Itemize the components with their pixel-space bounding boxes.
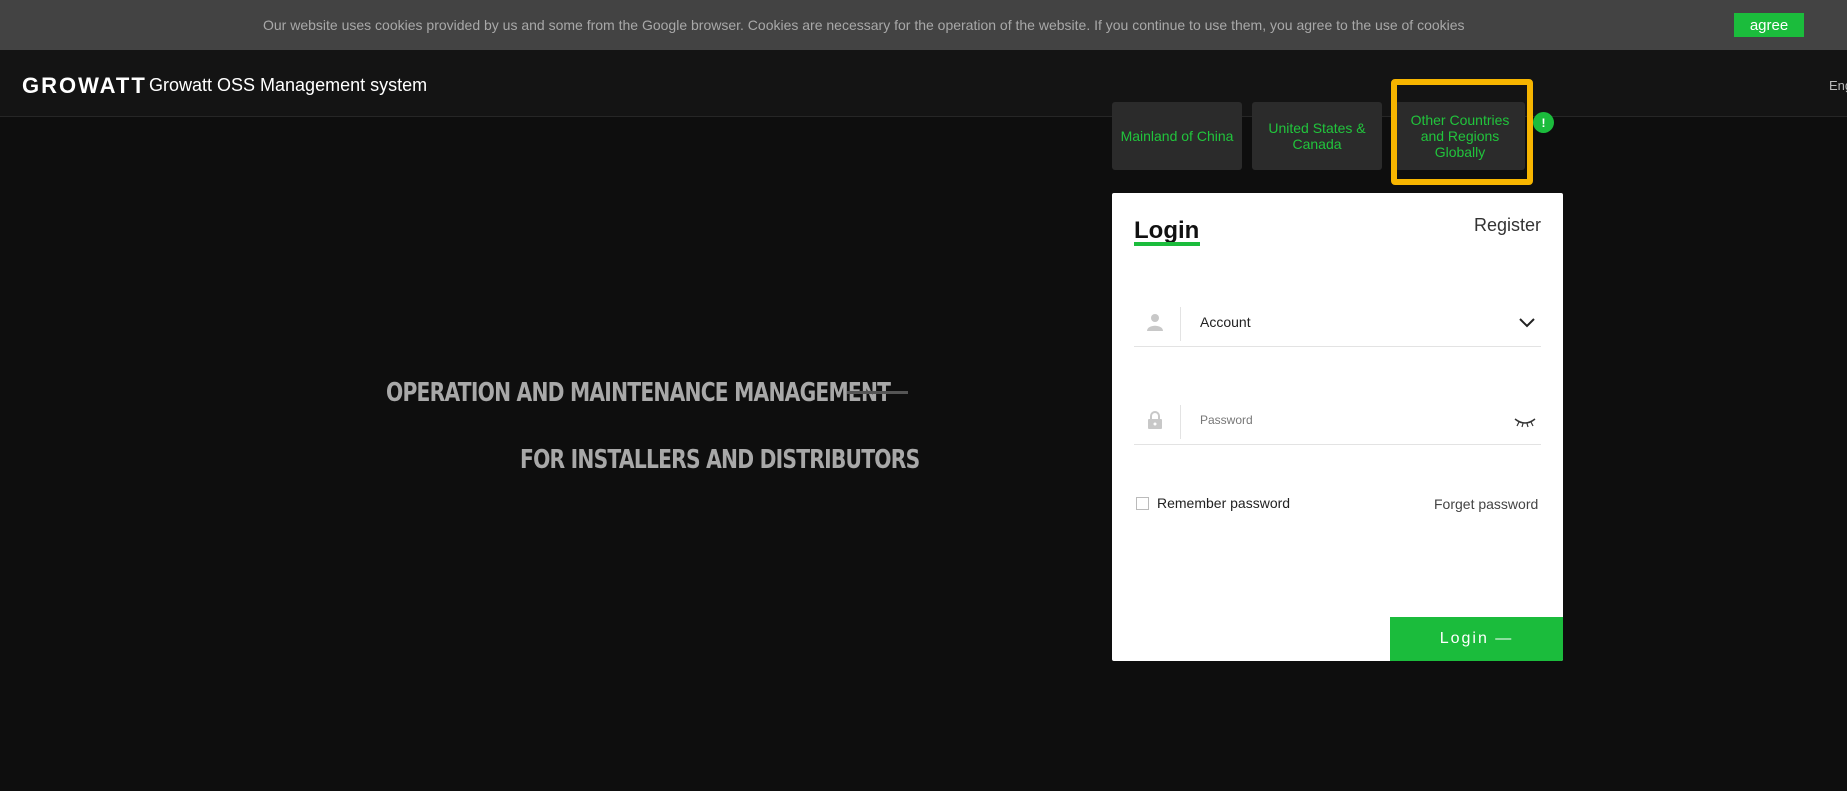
- password-input[interactable]: [1200, 395, 1500, 445]
- slogan-divider: [847, 391, 908, 394]
- login-card: Login Register Account Remember password…: [1112, 193, 1563, 661]
- cookie-banner: Our website uses cookies provided by us …: [0, 0, 1847, 50]
- region-tab-label: United States & Canada: [1268, 120, 1366, 152]
- system-title: Growatt OSS Management system: [149, 75, 428, 95]
- forget-password-link[interactable]: Forget password: [1434, 496, 1538, 512]
- register-tab[interactable]: Register: [1474, 215, 1541, 236]
- region-tab-us-canada[interactable]: United States & Canada: [1252, 102, 1382, 170]
- remember-checkbox[interactable]: [1136, 496, 1149, 510]
- language-selector[interactable]: Eng: [1829, 78, 1847, 93]
- field-separator: [1180, 307, 1181, 341]
- agree-button[interactable]: agree: [1734, 13, 1804, 37]
- cookie-text: Our website uses cookies provided by us …: [263, 17, 1465, 33]
- login-button[interactable]: Login —: [1390, 617, 1563, 661]
- growatt-logo[interactable]: GROWATT: [22, 73, 147, 99]
- header: GROWATT Growatt OSS Management system En…: [0, 50, 1847, 117]
- remember-password[interactable]: Remember password: [1136, 495, 1290, 511]
- slogan-line-1: OPERATION AND MAINTENANCE MANAGEMENT: [386, 378, 891, 408]
- info-icon[interactable]: !: [1533, 112, 1554, 133]
- password-field: [1134, 395, 1541, 445]
- account-input[interactable]: [1200, 297, 1500, 347]
- login-tab-underline: [1134, 242, 1200, 246]
- user-icon: [1146, 312, 1164, 332]
- remember-label: Remember password: [1157, 495, 1291, 511]
- field-separator: [1180, 405, 1181, 439]
- lock-icon: [1146, 410, 1164, 430]
- login-tab[interactable]: Login: [1134, 217, 1199, 245]
- slogan-line-2: FOR INSTALLERS AND DISTRIBUTORS: [520, 445, 920, 475]
- eye-closed-icon[interactable]: [1514, 415, 1536, 428]
- region-tab-mainland-china[interactable]: Mainland of China: [1112, 102, 1242, 170]
- account-field: [1134, 297, 1541, 347]
- region-tab-other-countries[interactable]: Other Countries and Regions Globally: [1395, 102, 1525, 170]
- chevron-down-icon[interactable]: [1518, 313, 1536, 331]
- region-tab-label: Other Countries and Regions Globally: [1410, 112, 1510, 160]
- region-tab-label: Mainland of China: [1120, 128, 1234, 144]
